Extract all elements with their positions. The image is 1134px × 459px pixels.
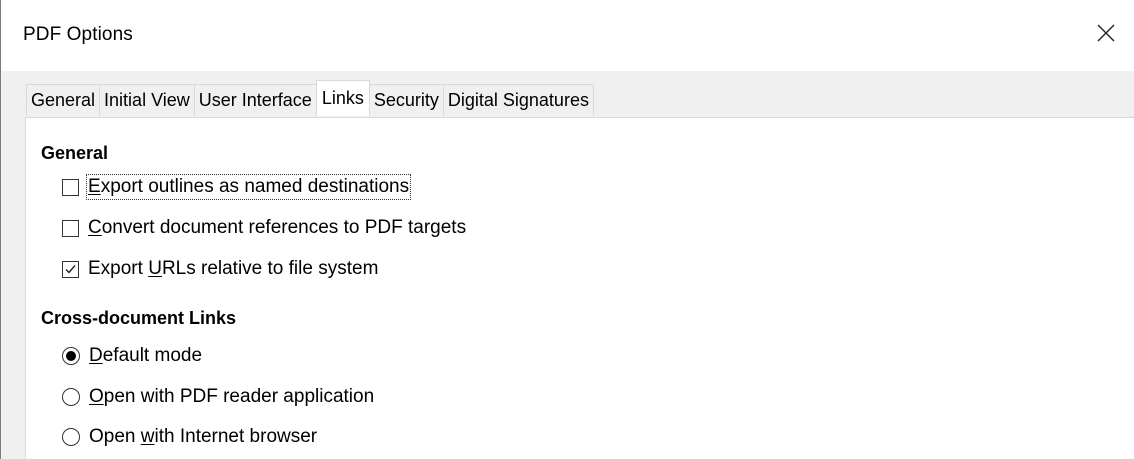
- tab-bar: General Initial View User Interface Link…: [26, 80, 594, 116]
- export-urls-relative-option[interactable]: Export URLs relative to file system: [62, 258, 378, 280]
- tab-user-interface[interactable]: User Interface: [193, 84, 317, 116]
- default-mode-label: Default mode: [89, 345, 203, 366]
- default-mode-option[interactable]: Default mode: [62, 345, 202, 367]
- convert-references-option[interactable]: Convert document references to PDF targe…: [62, 217, 466, 239]
- dialog-title: PDF Options: [23, 24, 133, 45]
- close-button[interactable]: [1087, 16, 1125, 50]
- checkmark-icon: [65, 264, 76, 274]
- cross-document-links-heading: Cross-document Links: [41, 308, 237, 328]
- default-mode-radio[interactable]: [62, 347, 80, 365]
- open-with-pdf-reader-option[interactable]: Open with PDF reader application: [62, 386, 374, 408]
- open-with-browser-option[interactable]: Open with Internet browser: [62, 426, 317, 448]
- export-outlines-option[interactable]: Export outlines as named destinations: [62, 174, 412, 200]
- tab-security[interactable]: Security: [368, 84, 444, 116]
- export-outlines-label: Export outlines as named destinations: [85, 174, 412, 200]
- general-section-heading: General: [41, 143, 109, 163]
- open-with-browser-label: Open with Internet browser: [89, 426, 318, 447]
- export-outlines-checkbox[interactable]: [62, 178, 79, 196]
- close-icon: [1097, 24, 1115, 42]
- export-urls-relative-label: Export URLs relative to file system: [88, 258, 379, 279]
- tab-general[interactable]: General: [26, 84, 101, 116]
- convert-references-label: Convert document references to PDF targe…: [88, 217, 467, 238]
- export-urls-relative-checkbox[interactable]: [62, 260, 79, 278]
- title-bar: PDF Options: [1, 0, 1134, 71]
- open-with-pdf-reader-radio[interactable]: [62, 388, 80, 406]
- open-with-pdf-reader-label: Open with PDF reader application: [89, 386, 375, 407]
- links-tab-panel: General Export outlines as named destina…: [25, 117, 1134, 459]
- open-with-browser-radio[interactable]: [62, 428, 80, 446]
- pdf-options-dialog: PDF Options General Initial View User In…: [0, 0, 1134, 459]
- convert-references-checkbox[interactable]: [62, 219, 79, 237]
- radio-selected-dot: [66, 351, 76, 361]
- tab-initial-view[interactable]: Initial View: [99, 84, 195, 116]
- tab-digital-signatures[interactable]: Digital Signatures: [442, 84, 594, 116]
- tab-links[interactable]: Links: [315, 80, 370, 116]
